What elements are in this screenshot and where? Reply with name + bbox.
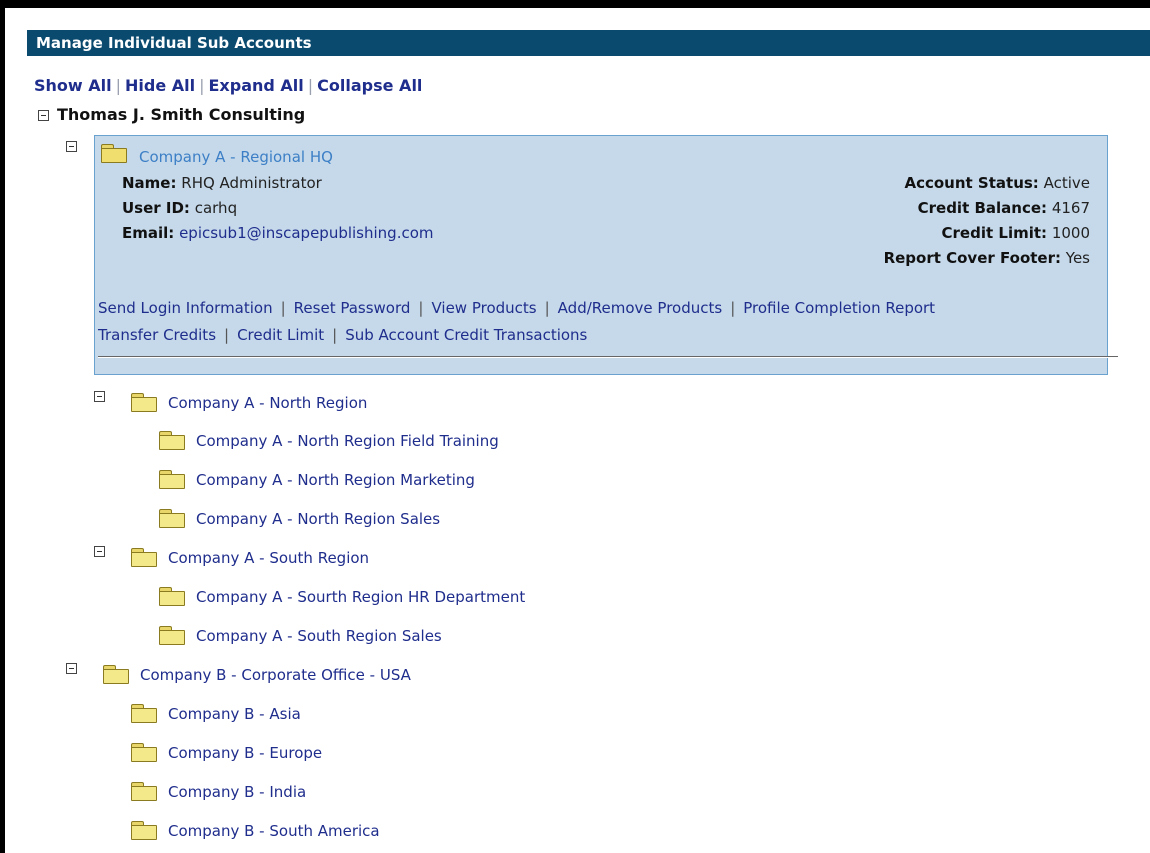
collapse-toggle-icon[interactable] [66,141,77,152]
show-all-link[interactable]: Show All [34,76,112,95]
tree-node-south-hr[interactable]: Company A - Sourth Region HR Department [196,588,525,606]
folder-icon [159,587,185,606]
add-remove-products-link[interactable]: Add/Remove Products [558,299,723,317]
folder-icon [131,743,157,762]
folder-icon [159,431,185,450]
tree-node-company-b-europe[interactable]: Company B - Europe [168,744,322,762]
account-actions-row-2: Transfer Credits | Credit Limit | Sub Accoun… [98,326,587,344]
tree-node-south-sales[interactable]: Company A - South Region Sales [196,627,442,645]
field-label: Account Status: [904,174,1039,192]
separator: | [224,326,230,344]
separator: | [730,299,736,317]
collapse-toggle-icon[interactable] [38,110,49,121]
credit-limit-field: Credit Limit: 1000 [942,224,1090,242]
field-value: 1000 [1051,224,1090,242]
collapse-all-link[interactable]: Collapse All [317,76,422,95]
window-left-border [0,0,5,853]
field-label: Name: [122,174,177,192]
field-value: carhq [194,199,238,217]
profile-completion-report-link[interactable]: Profile Completion Report [743,299,935,317]
userid-field: User ID: carhq [122,199,237,217]
tree-toolbar: Show All | Hide All | Expand All | Collapse Al… [34,76,422,95]
collapse-toggle-icon[interactable] [66,663,77,674]
panel-header: Manage Individual Sub Accounts [27,30,1150,56]
divider [98,356,1118,358]
collapse-toggle-icon[interactable] [94,546,105,557]
field-label: Email: [122,224,175,242]
separator: | [280,299,286,317]
separator: | [307,76,314,95]
window-top-border [0,0,1150,8]
collapse-toggle-icon[interactable] [94,391,105,402]
sub-account-credit-transactions-link[interactable]: Sub Account Credit Transactions [345,326,587,344]
field-value: Yes [1065,249,1090,267]
tree-node-company-b-india[interactable]: Company B - India [168,783,306,801]
tree-node-company-b[interactable]: Company B - Corporate Office - USA [140,666,411,684]
email-link[interactable]: epicsub1@inscapepublishing.com [179,224,433,242]
credit-limit-link[interactable]: Credit Limit [237,326,324,344]
credit-balance-field: Credit Balance: 4167 [918,199,1090,217]
field-label: Credit Limit: [941,224,1048,242]
separator: | [418,299,424,317]
account-status-field: Account Status: Active [904,174,1090,192]
transfer-credits-link[interactable]: Transfer Credits [98,326,216,344]
folder-icon [159,470,185,489]
tree-root-label: Thomas J. Smith Consulting [57,105,306,124]
tree-node-north-field-training[interactable]: Company A - North Region Field Training [196,432,499,450]
selected-account-panel: Company A - Regional HQ Name: RHQ Admini… [94,135,1118,375]
reset-password-link[interactable]: Reset Password [294,299,411,317]
name-field: Name: RHQ Administrator [122,174,322,192]
tree-node-company-b-south-america[interactable]: Company B - South America [168,822,380,840]
tree-node-north-region[interactable]: Company A - North Region [168,394,367,412]
folder-icon [103,665,129,684]
separator: | [544,299,550,317]
folder-icon [159,626,185,645]
field-label: User ID: [122,199,190,217]
folder-icon [131,548,157,567]
hide-all-link[interactable]: Hide All [125,76,195,95]
account-actions-row-1: Send Login Information | Reset Password | Vi… [98,299,935,317]
field-value: 4167 [1051,199,1090,217]
tree-node-label[interactable]: Company A - Regional HQ [139,148,333,166]
report-cover-footer-field: Report Cover Footer: Yes [884,249,1090,267]
email-field: Email: epicsub1@inscapepublishing.com [122,224,434,242]
field-value: RHQ Administrator [181,174,322,192]
tree-node-company-b-asia[interactable]: Company B - Asia [168,705,301,723]
view-products-link[interactable]: View Products [431,299,536,317]
tree-node-south-region[interactable]: Company A - South Region [168,549,369,567]
field-label: Credit Balance: [917,199,1048,217]
field-value: Active [1043,174,1090,192]
tree-node-north-sales[interactable]: Company A - North Region Sales [196,510,440,528]
separator: | [332,326,338,344]
folder-icon [159,509,185,528]
folder-icon [131,704,157,723]
panel-title: Manage Individual Sub Accounts [36,34,312,52]
separator: | [115,76,121,95]
folder-icon [131,821,157,840]
separator: | [199,76,205,95]
open-folder-icon [101,144,127,163]
folder-icon [131,393,157,412]
expand-all-link[interactable]: Expand All [209,76,304,95]
folder-icon [131,782,157,801]
field-label: Report Cover Footer: [883,249,1061,267]
send-login-info-link[interactable]: Send Login Information [98,299,273,317]
tree-node-north-marketing[interactable]: Company A - North Region Marketing [196,471,475,489]
